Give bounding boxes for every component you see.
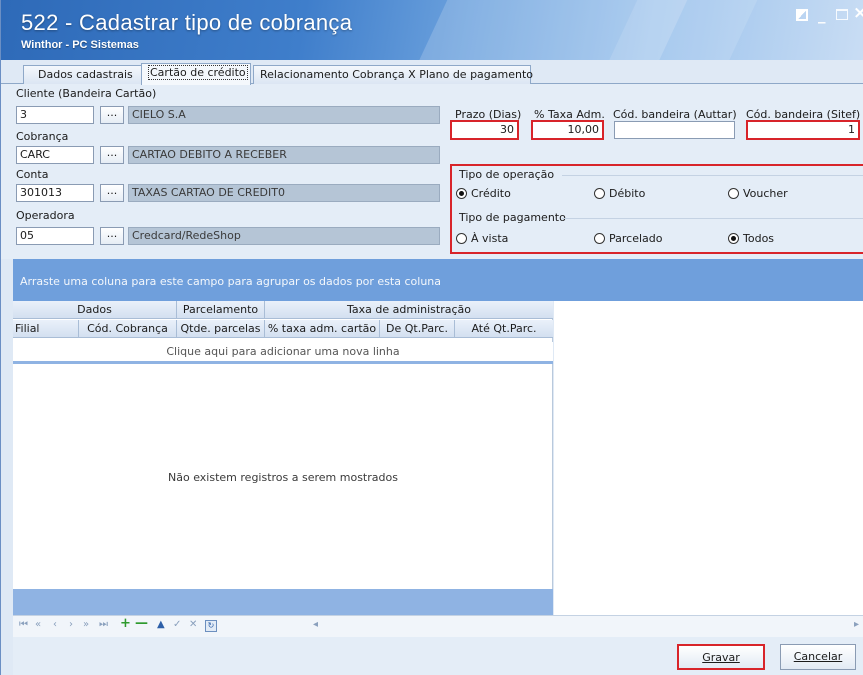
conta-lookup-button[interactable]: ... [100,184,124,202]
tab-strip: Dados cadastrais Cartão de crédito Relac… [1,60,863,85]
radio-unselected-icon [594,233,605,244]
refresh-icon[interactable]: ↻ [205,620,217,632]
col-filial[interactable]: Filial [13,320,79,338]
cliente-name-field: CIELO S.A [128,106,440,124]
action-bar: Gravar Cancelar [13,637,863,675]
radio-label: Todos [743,232,775,245]
card-form: Cliente (Bandeira Cartão) 3 ... CIELO S.… [1,84,863,259]
gravar-button[interactable]: Gravar [677,644,765,670]
tab-relacionamento-cobranca[interactable]: Relacionamento Cobrança X Plano de pagam… [253,65,534,84]
first-record-icon[interactable]: ⏮ [19,619,28,630]
operadora-code-input[interactable]: 05 [16,227,94,245]
cliente-lookup-button[interactable]: ... [100,106,124,124]
maximize-icon[interactable] [836,9,848,20]
cobranca-label: Cobrança [16,130,69,143]
radio-label: Voucher [743,187,788,200]
col-ate-qt-parc[interactable]: Até Qt.Parc. [455,320,553,338]
operadora-lookup-button[interactable]: ... [100,227,124,245]
band-parcelamento[interactable]: Parcelamento [177,301,265,319]
grid-footer [13,589,553,615]
cobranca-name-field: CARTAO DEBITO A RECEBER [128,146,440,164]
cod-sitef-input[interactable]: 1 [746,120,860,140]
delete-record-icon[interactable]: — [135,616,148,631]
radio-selected-icon [456,188,467,199]
last-record-icon[interactable]: ⏭ [99,619,108,630]
col-qtde-parcelas[interactable]: Qtde. parcelas [177,320,265,338]
operadora-label: Operadora [16,209,75,222]
tab-label: Relacionamento Cobrança X Plano de pagam… [260,68,534,81]
next-record-icon[interactable]: › [69,619,73,630]
window-title: 522 - Cadastrar tipo de cobrança [21,10,353,35]
col-cod-cobranca[interactable]: Cód. Cobrança [79,320,177,338]
gravar-label: Gravar [702,651,740,664]
column-header-row: Filial Cód. Cobrança Qtde. parcelas % ta… [13,320,553,338]
cancel-edit-icon[interactable]: ✕ [189,619,197,630]
window-subtitle: Winthor - PC Sistemas [21,39,139,51]
next-page-icon[interactable]: » [83,619,89,630]
radio-selected-icon [728,233,739,244]
radio-a-vista[interactable]: À vista [456,232,508,245]
scroll-left-icon[interactable]: ◂ [313,619,318,630]
grid-empty-area [554,301,863,615]
conta-code-input[interactable]: 301013 [16,184,94,202]
cancelar-button[interactable]: Cancelar [780,644,856,670]
prev-record-icon[interactable]: ‹ [53,619,57,630]
operadora-name-field: Credcard/RedeShop [128,227,440,245]
radio-label: Parcelado [609,232,663,245]
new-row-placeholder[interactable]: Clique aqui para adicionar uma nova linh… [13,342,553,364]
prazo-input[interactable]: 30 [450,120,519,140]
tab-label: Cartão de crédito [148,65,248,80]
cobranca-lookup-button[interactable]: ... [100,146,124,164]
edit-record-icon[interactable]: ▲ [157,619,165,630]
tipo-pagamento-label: Tipo de pagamento [459,211,566,224]
radio-unselected-icon [456,233,467,244]
cliente-code-input[interactable]: 3 [16,106,94,124]
taxa-input[interactable]: 10,00 [531,120,604,140]
scroll-right-icon[interactable]: ▸ [854,619,859,630]
close-icon[interactable]: × [853,3,863,23]
radio-label: Crédito [471,187,511,200]
prev-page-icon[interactable]: « [35,619,41,630]
conta-name-field: TAXAS CARTAO DE CREDIT0 [128,184,440,202]
cod-auttar-input[interactable] [614,121,735,139]
tipo-operacao-label: Tipo de operação [459,168,555,181]
radio-debito[interactable]: Débito [594,187,645,200]
cobranca-code-input[interactable]: CARC [16,146,94,164]
tab-dados-cadastrais[interactable]: Dados cadastrais [23,65,143,84]
application-window: 522 - Cadastrar tipo de cobrança Winthor… [0,0,863,675]
conta-label: Conta [16,168,49,181]
operation-options-box: Tipo de operação Crédito Débito Voucher … [450,164,863,254]
tab-cartao-de-credito[interactable]: Cartão de crédito [141,63,251,85]
grid-navigator: ⏮ « ‹ › » ⏭ + — ▲ ✓ ✕ ↻ ◂ ▸ [13,615,863,637]
minimize-icon[interactable]: _ [818,6,826,24]
col-de-qt-parc[interactable]: De Qt.Parc. [380,320,455,338]
radio-parcelado[interactable]: Parcelado [594,232,663,245]
tab-label: Dados cadastrais [38,68,133,81]
group-by-panel[interactable]: Arraste uma coluna para este campo para … [13,259,863,301]
radio-unselected-icon [594,188,605,199]
radio-label: À vista [471,232,509,245]
radio-todos[interactable]: Todos [728,232,774,245]
col-taxa-adm-cartao[interactable]: % taxa adm. cartão [265,320,380,338]
band-dados[interactable]: Dados [13,301,177,319]
cancelar-label: Cancelar [793,650,843,663]
post-record-icon[interactable]: ✓ [173,619,181,630]
data-grid: Dados Parcelamento Taxa de administração… [13,301,553,615]
add-record-icon[interactable]: + [120,616,131,631]
restore-icon[interactable] [796,9,808,21]
radio-credito[interactable]: Crédito [456,187,511,200]
cliente-label: Cliente (Bandeira Cartão) [16,87,157,100]
empty-grid-message: Não existem registros a serem mostrados [168,471,398,484]
band-taxa-adm[interactable]: Taxa de administração [265,301,553,319]
grid-footer-right [554,589,863,615]
radio-voucher[interactable]: Voucher [728,187,788,200]
radio-unselected-icon [728,188,739,199]
title-bar: 522 - Cadastrar tipo de cobrança Winthor… [1,0,863,60]
band-header-row: Dados Parcelamento Taxa de administração [13,301,553,319]
cod-auttar-label: Cód. bandeira (Auttar) [613,108,737,121]
group-by-hint: Arraste uma coluna para este campo para … [20,275,441,288]
radio-label: Débito [609,187,646,200]
